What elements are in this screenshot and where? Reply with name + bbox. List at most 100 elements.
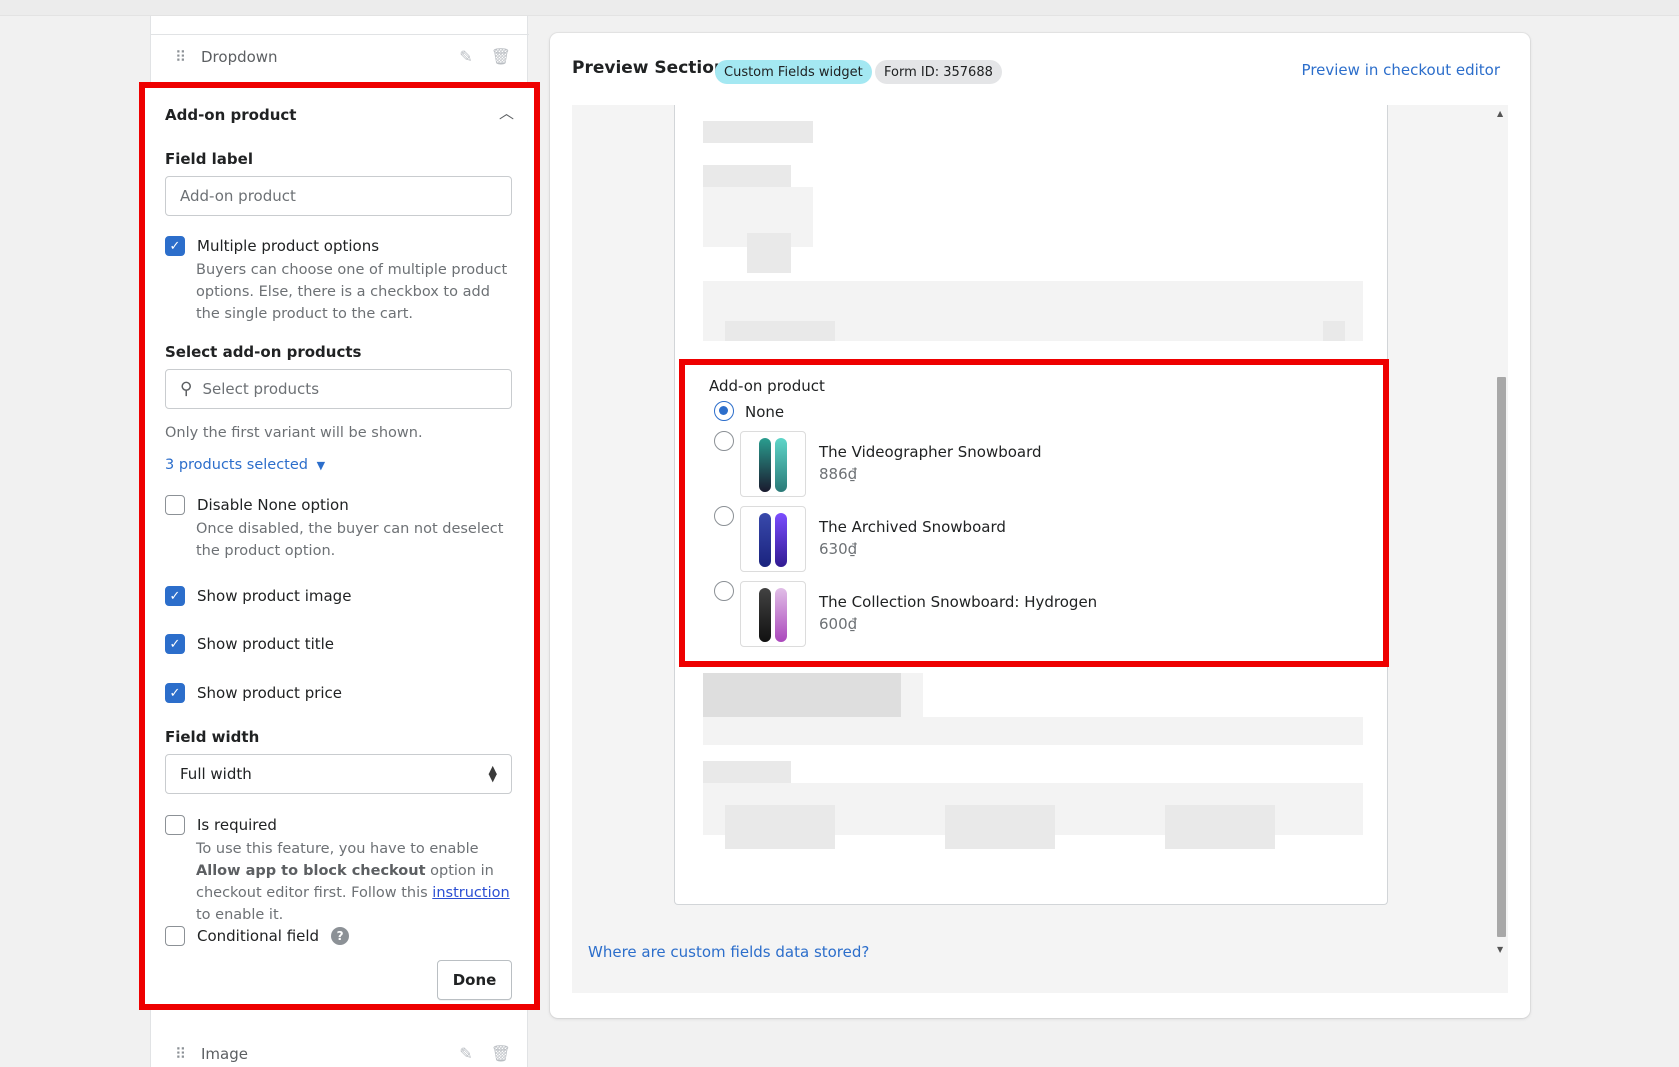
field-item-label: Image bbox=[201, 1044, 248, 1063]
product-radio[interactable] bbox=[714, 431, 734, 451]
show-image-checkbox[interactable]: ✓ bbox=[165, 586, 185, 606]
conditional-label: Conditional field bbox=[197, 927, 320, 945]
multiple-options-help: Buyers can choose one of multiple produc… bbox=[196, 262, 508, 322]
instruction-link[interactable]: instruction bbox=[432, 885, 509, 901]
product-option[interactable]: The Videographer Snowboard 886₫ bbox=[709, 431, 1369, 497]
top-bar bbox=[0, 0, 1679, 16]
field-width-value: Full width bbox=[180, 765, 252, 783]
form-id-badge: Form ID: 357688 bbox=[875, 60, 1002, 84]
field-width-select[interactable]: Full width ▲ ▼ bbox=[165, 754, 512, 794]
preview-title: Preview Section bbox=[572, 58, 727, 78]
trash-icon[interactable]: 🗑 bbox=[491, 47, 511, 66]
blurred-block bbox=[725, 321, 835, 341]
pencil-icon[interactable]: ✎ bbox=[459, 47, 472, 66]
snowboard-image-icon bbox=[759, 513, 771, 567]
disable-none-checkbox-row[interactable]: Disable None option bbox=[165, 495, 512, 515]
addon-product-preview: Add-on product None The Videographer Sno… bbox=[679, 359, 1389, 667]
multiple-options-label: Multiple product options bbox=[197, 237, 380, 255]
product-option[interactable]: The Collection Snowboard: Hydrogen 600₫ bbox=[709, 581, 1369, 647]
snowboard-image-icon bbox=[775, 513, 787, 567]
product-image bbox=[740, 431, 806, 497]
show-price-checkbox-row[interactable]: ✓ Show product price bbox=[165, 683, 512, 703]
is-required-checkbox[interactable] bbox=[165, 815, 185, 835]
caret-down-icon: ▼ bbox=[316, 459, 326, 472]
scroll-down-icon[interactable]: ▼ bbox=[1497, 945, 1503, 954]
show-image-label: Show product image bbox=[197, 587, 352, 605]
preview-checkout-editor-link[interactable]: Preview in checkout editor bbox=[1302, 61, 1500, 79]
multiple-options-checkbox-row[interactable]: ✓ Multiple product options bbox=[165, 236, 512, 256]
select-arrows-icon: ▲ ▼ bbox=[488, 763, 497, 784]
is-required-help-bold: Allow app to block checkout bbox=[196, 863, 426, 879]
scroll-up-icon[interactable]: ▲ bbox=[1497, 109, 1503, 118]
is-required-checkbox-row[interactable]: Is required bbox=[165, 815, 512, 835]
product-title: The Archived Snowboard bbox=[819, 518, 1006, 536]
product-image bbox=[740, 506, 806, 572]
products-selected-text: 3 products selected bbox=[165, 457, 308, 473]
field-item-dropdown[interactable]: ⠿ Dropdown ✎ 🗑 bbox=[151, 34, 529, 78]
snowboard-image-icon bbox=[775, 438, 787, 492]
drag-handle-icon[interactable]: ⠿ bbox=[175, 48, 201, 66]
custom-fields-storage-link[interactable]: Where are custom fields data stored? bbox=[588, 943, 869, 961]
product-price: 886₫ bbox=[819, 465, 858, 483]
scrollbar-thumb[interactable] bbox=[1497, 377, 1506, 937]
pencil-icon[interactable]: ✎ bbox=[459, 1044, 472, 1063]
addon-preview-label: Add-on product bbox=[709, 377, 825, 395]
drag-handle-icon[interactable]: ⠿ bbox=[175, 1045, 201, 1063]
product-title: The Videographer Snowboard bbox=[819, 443, 1042, 461]
disable-none-checkbox[interactable] bbox=[165, 495, 185, 515]
snowboard-image-icon bbox=[759, 588, 771, 642]
blurred-block bbox=[747, 233, 791, 273]
snowboard-image-icon bbox=[775, 588, 787, 642]
show-image-checkbox-row[interactable]: ✓ Show product image bbox=[165, 586, 512, 606]
blurred-block bbox=[703, 165, 791, 187]
none-option-label: None bbox=[745, 403, 785, 421]
blurred-block bbox=[945, 805, 1055, 849]
is-required-help-prefix: To use this feature, you have to enable bbox=[196, 841, 479, 857]
blurred-block bbox=[703, 761, 791, 783]
show-title-checkbox-row[interactable]: ✓ Show product title bbox=[165, 634, 512, 654]
product-image bbox=[740, 581, 806, 647]
chevron-up-icon[interactable]: ︿ bbox=[499, 102, 514, 123]
blurred-block bbox=[703, 673, 901, 717]
addon-product-editor: Add-on product ︿ Field label Add-on prod… bbox=[139, 82, 540, 1010]
product-radio[interactable] bbox=[714, 506, 734, 526]
select-products-help: Only the first variant will be shown. bbox=[165, 425, 423, 441]
blurred-block bbox=[901, 673, 923, 717]
blurred-block bbox=[1165, 805, 1275, 849]
products-selected-link[interactable]: 3 products selected ▼ bbox=[165, 454, 485, 477]
conditional-checkbox[interactable] bbox=[165, 926, 185, 946]
widget-badge: Custom Fields widget bbox=[715, 60, 872, 84]
select-products-input[interactable]: ⚲ Select products bbox=[165, 369, 512, 409]
select-products-heading: Select add-on products bbox=[165, 343, 362, 361]
product-price: 630₫ bbox=[819, 540, 858, 558]
show-price-checkbox[interactable]: ✓ bbox=[165, 683, 185, 703]
field-label-input[interactable]: Add-on product bbox=[165, 176, 512, 216]
blurred-block bbox=[725, 805, 835, 849]
product-radio[interactable] bbox=[714, 581, 734, 601]
field-item-image[interactable]: ⠿ Image ✎ 🗑 bbox=[151, 1032, 529, 1067]
field-width-heading: Field width bbox=[165, 728, 260, 746]
field-label-heading: Field label bbox=[165, 150, 253, 168]
show-title-label: Show product title bbox=[197, 635, 335, 653]
trash-icon[interactable]: 🗑 bbox=[491, 1044, 511, 1063]
preview-scrollbar[interactable]: ▲ ▼ bbox=[1494, 107, 1508, 957]
conditional-checkbox-row[interactable]: Conditional field ? bbox=[165, 926, 512, 946]
disable-none-label: Disable None option bbox=[197, 496, 349, 514]
done-button[interactable]: Done bbox=[437, 960, 512, 1000]
product-title: The Collection Snowboard: Hydrogen bbox=[819, 593, 1098, 611]
field-label-placeholder: Add-on product bbox=[180, 187, 296, 205]
show-title-checkbox[interactable]: ✓ bbox=[165, 634, 185, 654]
is-required-help-suffix: to enable it. bbox=[196, 907, 284, 923]
multiple-options-checkbox[interactable]: ✓ bbox=[165, 236, 185, 256]
blurred-block bbox=[703, 121, 813, 143]
show-price-label: Show product price bbox=[197, 684, 343, 702]
none-radio[interactable] bbox=[714, 401, 734, 421]
is-required-help: To use this feature, you have to enable … bbox=[196, 838, 516, 926]
help-icon[interactable]: ? bbox=[331, 927, 350, 945]
select-products-placeholder: Select products bbox=[202, 380, 320, 398]
product-option[interactable]: The Archived Snowboard 630₫ bbox=[709, 506, 1369, 572]
blurred-block bbox=[1323, 321, 1345, 341]
disable-none-help: Once disabled, the buyer can not deselec… bbox=[196, 521, 504, 559]
field-item-label: Dropdown bbox=[201, 47, 278, 66]
search-icon: ⚲ bbox=[180, 379, 193, 399]
